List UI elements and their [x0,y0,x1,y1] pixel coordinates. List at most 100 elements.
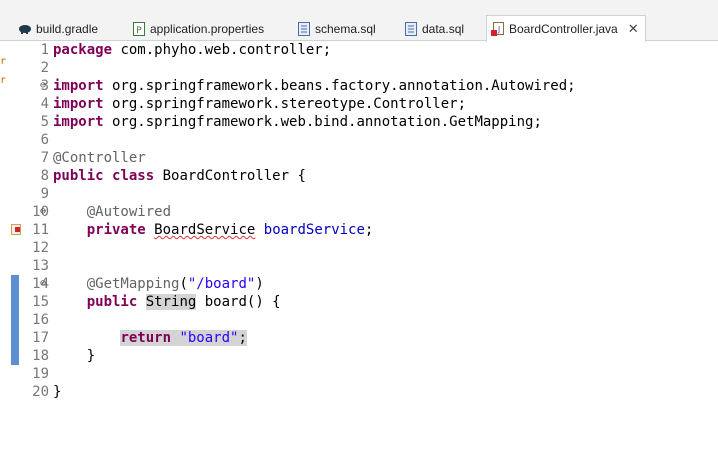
line-gutter: 12 [9,239,49,257]
keyword: public [53,168,104,184]
code-line: 2 [9,59,718,77]
change-marker [11,329,19,347]
line-code: public class BoardController { [53,167,306,185]
tab-schema-sql[interactable]: schema.sql [293,16,376,41]
line-gutter: 15 [9,293,49,311]
change-marker [11,293,19,311]
line-code: } [53,383,61,401]
tab-board-controller-java[interactable]: J BoardController.java ✕ [486,15,646,42]
keyword: return [120,330,172,346]
line-gutter: 6 [9,131,49,149]
annotation: @Autowired [86,204,172,220]
tab-label: build.gradle [36,21,99,36]
unresolved-type: BoardService [154,222,256,238]
line-code: @Autowired [53,203,171,221]
line-gutter: 20 [9,383,49,401]
code-text: BoardController { [154,168,306,184]
code-text: com.phyho.web.controller; [112,42,332,58]
line-gutter: 10 ⊖ [9,203,49,221]
code-line: 9 [9,185,718,203]
line-gutter: 4 [9,95,49,113]
line-gutter: 14 ⊖ [9,275,49,293]
code-line: 18 } [9,347,718,365]
tab-label: application.properties [150,21,265,36]
edge-marker: r [0,56,7,67]
line-number: 11 [32,222,49,238]
line-gutter: 8 [9,167,49,185]
annotation: @GetMapping [86,276,180,292]
code-line: 10 ⊖ @Autowired [9,203,718,221]
tab-application-properties[interactable]: P application.properties [128,16,264,41]
change-marker [11,311,19,329]
code-text: org.springframework.beans.factory.annota… [103,78,576,94]
svg-text:J: J [497,25,500,34]
code-line: 6 [9,131,718,149]
line-gutter: 13 [9,257,49,275]
line-gutter: 19 [9,365,49,383]
keyword: import [53,78,104,94]
fold-collapse-icon[interactable]: ⊖ [40,275,46,293]
tab-data-sql[interactable]: data.sql [400,16,464,41]
line-code: return "board"; [53,329,247,347]
line-number: 20 [32,384,49,400]
svg-text:P: P [136,26,142,36]
line-code: import org.springframework.web.bind.anno… [53,113,542,131]
line-number: 2 [40,60,49,76]
code-line: 14 ⊖ @GetMapping("/board") [9,275,718,293]
tab-label: BoardController.java [509,22,618,36]
code-text: org.springframework.stereotype.Controlle… [103,96,467,112]
gradle-elephant-icon [18,22,32,36]
keyword: public [86,294,138,310]
line-gutter: 11 [9,221,49,239]
java-file-error-icon: J [491,22,505,36]
code-text: } [53,384,62,400]
line-gutter: 7 [9,149,49,167]
line-code: } [53,347,95,365]
code-line: 19 [9,365,718,383]
line-number: 6 [40,132,49,148]
line-number: 1 [40,42,49,58]
keyword: import [53,96,104,112]
line-number: 4 [40,96,49,112]
code-text: ; [238,330,247,346]
line-number: 9 [40,186,49,202]
field-name: boardService [263,222,365,238]
fold-collapse-icon[interactable]: ⊖ [40,77,46,95]
line-number: 17 [32,330,49,346]
line-code: import org.springframework.beans.factory… [53,77,576,95]
code-line: 3 ⊖ import org.springframework.beans.fact… [9,77,718,95]
code-editor[interactable]: 1 package com.phyho.web.controller; 2 3 ⊖… [9,41,718,406]
code-line: 15 public String board() { [9,293,718,311]
tab-build-gradle[interactable]: build.gradle [14,16,98,41]
code-line: 7 @Controller [9,149,718,167]
line-number: 18 [32,348,49,364]
fold-collapse-icon[interactable]: ⊖ [40,203,46,221]
line-code: @GetMapping("/board") [53,275,264,293]
line-code: package com.phyho.web.controller; [53,41,331,59]
line-number: 15 [32,294,49,310]
code-line: 16 [9,311,718,329]
code-text: ( [179,276,188,292]
line-number: 12 [32,240,49,256]
keyword: private [86,222,146,238]
highlighted-type: String [145,294,197,310]
line-gutter: 5 [9,113,49,131]
line-gutter: 18 [9,347,49,365]
error-marker-icon[interactable] [11,224,21,235]
line-gutter: 2 [9,59,49,77]
code-line: 20 } [9,383,718,401]
code-text: ; [364,222,374,238]
keyword: package [53,42,113,58]
close-icon[interactable]: ✕ [628,21,639,37]
change-marker [11,275,19,293]
code-line: 17 return "board"; [9,329,718,347]
code-text: ) [255,276,264,292]
highlighted-statement: return "board"; [120,330,247,346]
string-literal: "board" [179,330,239,346]
code-line: 1 package com.phyho.web.controller; [9,41,718,59]
line-gutter: 17 [9,329,49,347]
line-code: @Controller [53,149,146,167]
code-text: org.springframework.web.bind.annotation.… [103,114,542,130]
left-edge-strip: r r [0,41,9,406]
line-code: private BoardService boardService; [53,221,374,239]
